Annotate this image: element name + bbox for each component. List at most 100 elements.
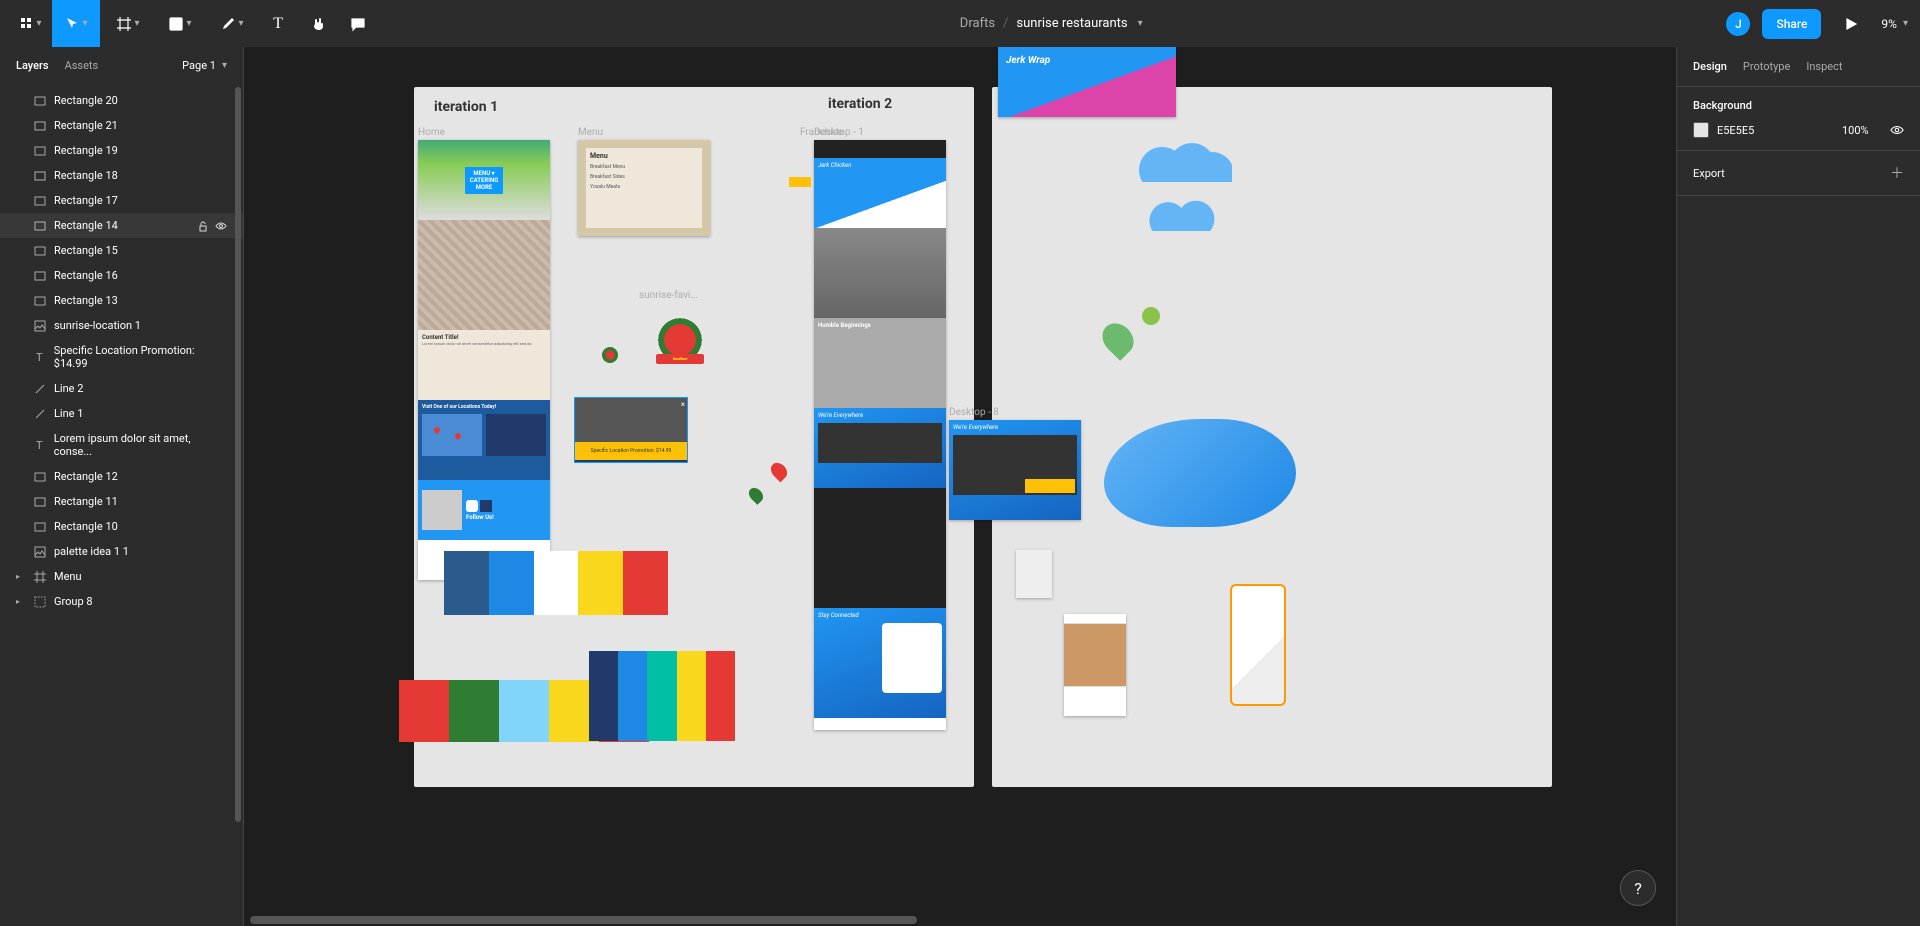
color-palette-1 (444, 551, 668, 615)
layer-item[interactable]: Rectangle 10 (0, 514, 243, 539)
layer-name: Rectangle 15 (54, 244, 118, 257)
layer-item[interactable]: Rectangle 12 (0, 464, 243, 489)
frame-label-favicon: sunrise-favi... (639, 290, 698, 301)
layer-item[interactable]: Rectangle 21 (0, 113, 243, 138)
tab-design[interactable]: Design (1693, 60, 1727, 73)
layer-name: Rectangle 21 (54, 119, 118, 132)
main-menu-button[interactable]: ▾ (12, 0, 48, 47)
page-selector[interactable]: Page 1 ▾ (182, 59, 227, 72)
comment-tool-button[interactable] (340, 0, 376, 47)
horizontal-scrollbar[interactable] (250, 916, 1670, 924)
sunrise-logo: SunRise (652, 312, 708, 368)
selection-marker (789, 177, 811, 187)
scrollbar-thumb[interactable] (235, 87, 241, 822)
layer-item[interactable]: Rectangle 13 (0, 288, 243, 313)
frame-label-desktop1: Desktop - 1 (814, 127, 864, 138)
layer-item[interactable]: T Lorem ipsum dolor sit amet, conse... (0, 426, 243, 464)
design-panel: Design Prototype Inspect Background E5E5… (1676, 47, 1920, 926)
cloud-shape (1144, 197, 1224, 231)
move-tool-button[interactable]: ▾ (52, 0, 100, 47)
expand-icon[interactable]: ▸ (16, 597, 26, 606)
scrollbar-thumb[interactable] (250, 916, 917, 924)
breadcrumb-root[interactable]: Drafts (960, 16, 995, 31)
layer-name: Rectangle 10 (54, 520, 118, 533)
layer-item[interactable]: Rectangle 17 (0, 188, 243, 213)
pen-tool-button[interactable]: ▾ (208, 0, 256, 47)
share-button[interactable]: Share (1762, 9, 1821, 39)
layer-item[interactable]: Rectangle 14 (0, 213, 243, 238)
artboard-desktop-8[interactable]: We're Everywhere (949, 420, 1081, 520)
cloud-shape (1132, 142, 1232, 182)
chevron-down-icon: ▾ (186, 18, 191, 29)
frame-label-home: Home (418, 127, 445, 138)
layer-item[interactable]: TSpecific Location Promotion: $14.99 (0, 338, 243, 376)
shape-tool-button[interactable]: ▾ (156, 0, 204, 47)
layers-list[interactable]: Rectangle 20 Rectangle 21 Rectangle 19 Rect… (0, 84, 243, 923)
layer-item[interactable]: Line 2 (0, 376, 243, 401)
layer-item[interactable]: ▸Menu (0, 564, 243, 589)
layer-name: palette idea 1 1 (54, 545, 129, 558)
layer-name: Rectangle 11 (54, 495, 118, 508)
artboard-mobile-small[interactable] (1016, 550, 1052, 598)
present-button[interactable] (1833, 0, 1869, 47)
chevron-down-icon[interactable]: ▾ (1138, 18, 1143, 29)
tab-assets[interactable]: Assets (65, 59, 99, 72)
layer-item[interactable]: palette idea 1 1 (0, 539, 243, 564)
layers-scrollbar[interactable] (235, 87, 241, 922)
svg-text:T: T (36, 439, 43, 451)
tab-prototype[interactable]: Prototype (1743, 60, 1790, 73)
tab-layers[interactable]: Layers (16, 59, 49, 72)
layer-item[interactable]: ▸Group 8 (0, 589, 243, 614)
layer-item[interactable]: Rectangle 11 (0, 489, 243, 514)
chevron-down-icon: ▾ (134, 18, 139, 29)
chevron-down-icon: ▾ (36, 18, 41, 29)
chevron-down-icon: ▾ (222, 60, 227, 71)
expand-icon[interactable]: ▸ (16, 572, 26, 581)
help-button[interactable]: ? (1620, 870, 1656, 906)
artboard-menu[interactable]: MenuBreakfast MenuBreakfast SidesYosalu … (578, 140, 710, 236)
layers-panel: Layers Assets Page 1 ▾ Rectangle 20Recta… (0, 47, 244, 926)
page-label: Page 1 (182, 59, 216, 72)
background-opacity[interactable]: 100% (1842, 124, 1882, 137)
sunrise-logo-small (602, 347, 618, 363)
layer-name: Rectangle 14 (54, 219, 118, 232)
layer-item[interactable]: sunrise-location 1 (0, 313, 243, 338)
text-tool-button[interactable]: T (260, 0, 296, 47)
layer-name: Rectangle 18 (54, 169, 118, 182)
canvas[interactable]: iteration 1iteration 2HomeMenuFranchiseD… (244, 47, 1676, 926)
layer-name: Rectangle 17 (54, 194, 118, 207)
layer-item[interactable]: Rectangle 15 (0, 238, 243, 263)
chevron-down-icon: ▾ (82, 18, 87, 29)
artboard-jerk-wrap[interactable]: Jerk Wrap (998, 47, 1176, 117)
artboard-instagram-post[interactable] (1064, 614, 1126, 716)
zoom-control[interactable]: 9% ▾ (1881, 17, 1908, 31)
layer-name: Rectangle 13 (54, 294, 118, 307)
file-name[interactable]: sunrise restaurants (1016, 16, 1127, 31)
eye-icon[interactable] (215, 220, 227, 232)
hand-tool-button[interactable] (300, 0, 336, 47)
background-swatch[interactable] (1693, 122, 1709, 138)
add-export-button[interactable]: ＋ (1890, 163, 1904, 183)
frame-label-menu: Menu (578, 127, 603, 138)
artboard-desktop-1[interactable]: Jerk ChickenHumble BeginningsWe're Every… (814, 140, 946, 730)
layer-name: Line 1 (54, 407, 83, 420)
avatar[interactable]: J (1726, 12, 1750, 36)
artboard-phone-outline[interactable] (1230, 584, 1286, 706)
zoom-value: 9% (1881, 17, 1897, 31)
artboard-home[interactable]: MENU ▾CATERINGMOREContent Title!Lorem ip… (418, 140, 550, 580)
background-label: Background (1693, 99, 1904, 112)
layer-item[interactable]: Line 1 (0, 401, 243, 426)
visibility-toggle-icon[interactable] (1890, 123, 1904, 137)
background-hex[interactable]: E5E5E5 (1717, 124, 1834, 137)
frame-tool-button[interactable]: ▾ (104, 0, 152, 47)
layer-item[interactable]: Rectangle 18 (0, 163, 243, 188)
promo-popup[interactable]: Specific Location Promotion: $14.99× (574, 397, 688, 463)
lock-icon[interactable] (197, 220, 209, 232)
iteration-2-label: iteration 2 (828, 96, 892, 112)
layer-item[interactable]: Rectangle 16 (0, 263, 243, 288)
layer-item[interactable]: Rectangle 20 (0, 88, 243, 113)
layer-name: Lorem ipsum dolor sit amet, conse... (54, 432, 227, 458)
tab-inspect[interactable]: Inspect (1806, 60, 1842, 73)
svg-text:T: T (36, 351, 43, 363)
layer-item[interactable]: Rectangle 19 (0, 138, 243, 163)
